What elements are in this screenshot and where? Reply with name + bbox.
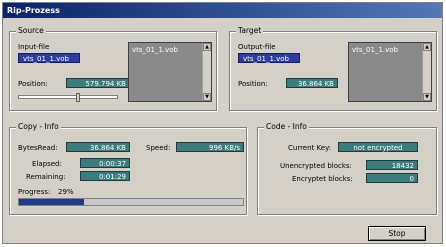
scroll-down-icon[interactable]: ▼ bbox=[203, 93, 211, 101]
source-list-item[interactable]: vts_01_1.vob bbox=[132, 46, 178, 54]
code-info-title: Code - Info bbox=[264, 122, 309, 131]
source-group-title: Source bbox=[16, 26, 46, 35]
input-file-label: Input-file bbox=[18, 43, 50, 51]
progress-percent: 29% bbox=[58, 188, 74, 196]
source-list-scrollbar[interactable]: ▲ ▼ bbox=[202, 43, 211, 101]
source-position-slider[interactable] bbox=[18, 93, 118, 102]
output-file-label: Output-file bbox=[238, 43, 276, 51]
speed-value: 996 KB/s bbox=[176, 142, 244, 152]
target-position-value: 36.864 KB bbox=[286, 78, 338, 88]
target-position-label: Position: bbox=[238, 80, 268, 88]
unencrypted-blocks-label: Unencrypted blocks: bbox=[280, 162, 352, 170]
bytes-read-label: BytesRead: bbox=[18, 144, 58, 152]
target-group: Target Output-file vts_01_1.vob Position… bbox=[229, 26, 437, 111]
unencrypted-blocks-value: 18432 bbox=[366, 160, 418, 170]
copy-info-title: Copy - Info bbox=[16, 122, 61, 131]
target-list-scrollbar[interactable]: ▲ ▼ bbox=[422, 43, 431, 101]
current-key-label: Current Key: bbox=[288, 144, 332, 152]
encrypted-blocks-label: Encryptet blocks: bbox=[292, 175, 353, 183]
progress-bar-fill bbox=[19, 199, 84, 205]
output-file-field[interactable]: vts_01_1.vob bbox=[238, 53, 300, 63]
scroll-up-icon[interactable]: ▲ bbox=[423, 43, 431, 51]
scroll-down-icon[interactable]: ▼ bbox=[423, 93, 431, 101]
code-info-group: Code - Info Current Key: not encrypted U… bbox=[257, 122, 437, 215]
scroll-up-icon[interactable]: ▲ bbox=[203, 43, 211, 51]
source-position-label: Position: bbox=[18, 80, 48, 88]
slider-thumb[interactable] bbox=[75, 93, 80, 102]
elapsed-label: Elapsed: bbox=[32, 160, 62, 168]
stop-button[interactable]: Stop bbox=[368, 226, 426, 241]
target-group-title: Target bbox=[236, 26, 264, 35]
encrypted-blocks-value: 0 bbox=[366, 173, 418, 183]
source-file-list[interactable]: vts_01_1.vob ▲ ▼ bbox=[128, 42, 212, 102]
current-key-value: not encrypted bbox=[338, 142, 418, 152]
source-group: Source Input-file vts_01_1.vob Position:… bbox=[9, 26, 217, 111]
source-position-value: 579.794 KB bbox=[66, 78, 130, 88]
progress-label: Progress: bbox=[18, 188, 51, 196]
bytes-read-value: 36.864 KB bbox=[66, 142, 130, 152]
input-file-field[interactable]: vts_01_1.vob bbox=[18, 53, 80, 63]
progress-bar bbox=[18, 198, 244, 206]
remaining-value: 0:01:29 bbox=[80, 171, 130, 181]
remaining-label: Remaining: bbox=[26, 173, 66, 181]
speed-label: Speed: bbox=[146, 144, 171, 152]
rip-process-window: Rip-Prozess Source Input-file vts_01_1.v… bbox=[2, 2, 443, 244]
target-file-list[interactable]: vts_01_1.vob ▲ ▼ bbox=[348, 42, 432, 102]
elapsed-value: 0:00:37 bbox=[80, 158, 130, 168]
copy-info-group: Copy - Info BytesRead: 36.864 KB Speed: … bbox=[9, 122, 247, 215]
target-list-item[interactable]: vts_01_1.vob bbox=[352, 46, 398, 54]
window-title: Rip-Prozess bbox=[3, 3, 442, 18]
